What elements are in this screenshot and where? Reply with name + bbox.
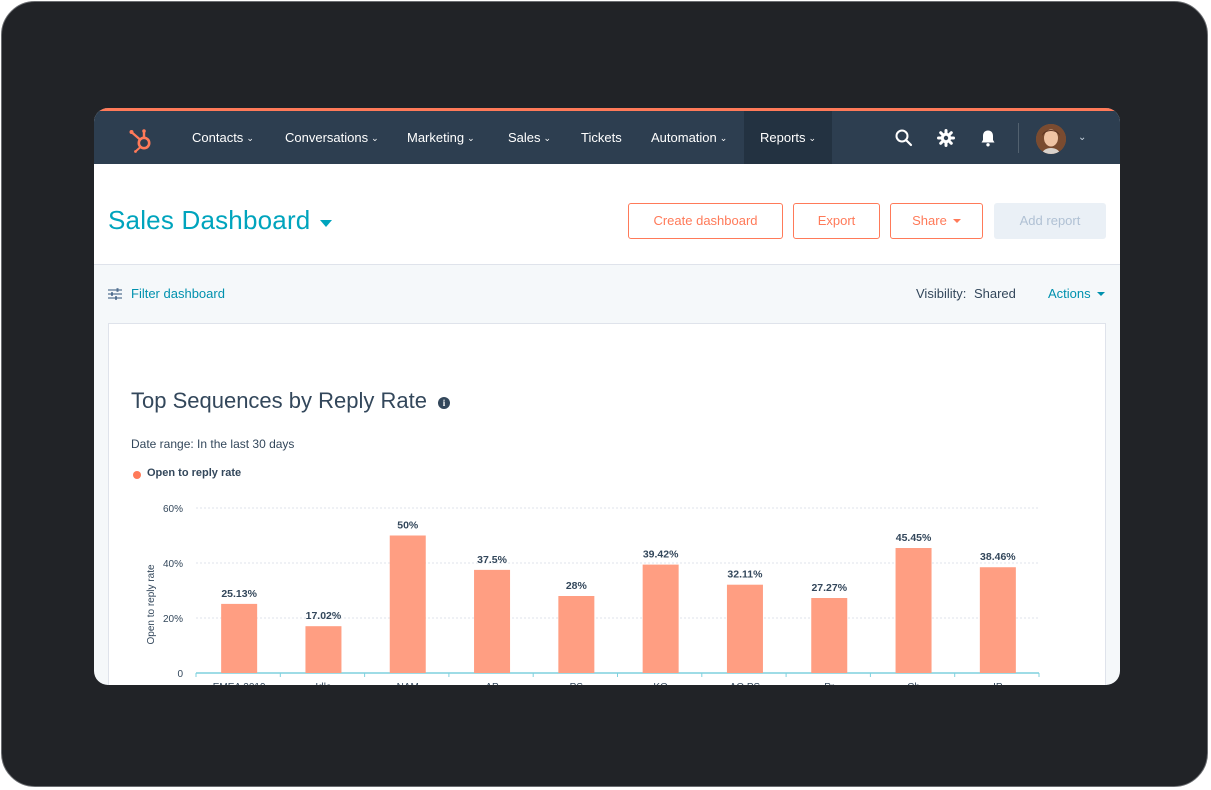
scroll-gutter: [1107, 323, 1120, 633]
visibility-value: Shared: [973, 286, 1016, 301]
export-button[interactable]: Export: [793, 203, 880, 239]
avatar-image: [1036, 124, 1066, 154]
app-screen: Contacts ⌄ Conversations ⌄ Marketing ⌄ Sale…: [94, 108, 1120, 685]
nav-conversations-label: Conversations: [285, 130, 369, 145]
data-label: 50%: [397, 520, 419, 532]
toolbar-divider: [1018, 123, 1019, 153]
x-tick-label: NAM: [397, 682, 419, 685]
chevron-down-icon: ⌄: [246, 133, 254, 143]
bar[interactable]: [221, 603, 258, 673]
nav-conversations[interactable]: Conversations ⌄: [285, 111, 379, 164]
nav-sales-label: Sales: [508, 130, 541, 145]
x-tick-label: AP: [485, 682, 499, 685]
nav-reports[interactable]: Reports ⌄: [744, 111, 833, 164]
x-tick-label: EMEA 2019: [213, 682, 266, 685]
nav-tickets[interactable]: Tickets: [581, 111, 622, 164]
bar[interactable]: [895, 548, 932, 673]
chevron-down-icon: ⌄: [467, 133, 475, 143]
create-dashboard-button[interactable]: Create dashboard: [628, 203, 783, 239]
x-tick-label: Idle: [315, 682, 332, 685]
data-label: 25.13%: [221, 588, 257, 600]
y-tick-label: 60%: [163, 504, 183, 515]
x-tick-label: KO: [653, 682, 668, 685]
nav-tickets-label: Tickets: [581, 130, 622, 145]
x-tick-label: Pr: [824, 682, 835, 685]
bar[interactable]: [726, 584, 763, 673]
gear-icon[interactable]: [936, 128, 956, 148]
caret-down-icon: [952, 219, 961, 223]
caret-down-icon[interactable]: [320, 220, 332, 227]
data-label: 28%: [566, 580, 588, 592]
data-label: 27.27%: [811, 582, 847, 594]
bar-chart: 0 20% 40% 60% Open to reply rate 25.13% EMEA 2…: [146, 504, 1040, 685]
search-icon[interactable]: [894, 128, 914, 148]
page-title[interactable]: Sales Dashboard: [108, 205, 310, 236]
avatar[interactable]: [1036, 124, 1066, 154]
x-tick-label: PS: [570, 682, 584, 685]
hubspot-logo-icon[interactable]: [128, 127, 154, 153]
chevron-down-icon[interactable]: ⌄: [1078, 132, 1086, 143]
nav-sales[interactable]: Sales ⌄: [508, 111, 551, 164]
bar[interactable]: [642, 564, 679, 673]
y-axis-label: Open to reply rate: [146, 564, 157, 644]
data-label: 17.02%: [306, 610, 342, 622]
caret-down-icon: [1096, 292, 1105, 296]
chevron-down-icon: ⌄: [543, 133, 552, 143]
x-tick-label: Ch: [907, 682, 920, 685]
x-tick-label: AQ PS: [730, 682, 761, 685]
share-button-label: Share: [912, 213, 947, 228]
y-tick-label: 0: [177, 669, 183, 680]
nav-marketing[interactable]: Marketing ⌄: [407, 111, 475, 164]
share-button[interactable]: Share: [890, 203, 983, 239]
device-frame: Contacts ⌄ Conversations ⌄ Marketing ⌄ Sale…: [1, 1, 1208, 787]
filter-sliders-icon[interactable]: [108, 288, 122, 300]
bar[interactable]: [389, 535, 426, 674]
nav-reports-label: Reports: [760, 130, 806, 145]
visibility-label: Visibility:: [916, 286, 967, 301]
bar[interactable]: [811, 598, 848, 673]
add-report-button[interactable]: Add report: [994, 203, 1106, 239]
nav-automation[interactable]: Automation ⌄: [651, 111, 727, 164]
chevron-down-icon: ⌄: [371, 133, 379, 143]
visibility-indicator: Visibility: Shared: [916, 286, 1016, 301]
bar[interactable]: [558, 596, 595, 673]
data-label: 45.45%: [896, 532, 932, 544]
chevron-down-icon: ⌄: [719, 133, 728, 143]
nav-contacts-label: Contacts: [192, 130, 244, 145]
y-tick-label: 20%: [163, 614, 183, 625]
actions-label: Actions: [1048, 286, 1091, 301]
x-tick-label: IP: [993, 682, 1003, 685]
data-label: 37.5%: [477, 554, 507, 566]
filter-bar: Filter dashboard Visibility: Shared Acti…: [94, 265, 1120, 323]
nav-contacts[interactable]: Contacts ⌄: [192, 111, 254, 164]
data-label: 39.42%: [643, 549, 679, 561]
bar[interactable]: [474, 569, 511, 673]
bell-icon[interactable]: [978, 128, 998, 148]
dashboard-header: Sales Dashboard Create dashboard Export …: [94, 164, 1120, 265]
report-card: Top Sequences by Reply Rate i Date range…: [108, 323, 1106, 685]
y-tick-label: 40%: [163, 559, 183, 570]
data-label: 32.11%: [727, 569, 763, 581]
data-label: 38.46%: [980, 551, 1016, 563]
top-navigation-bar: Contacts ⌄ Conversations ⌄ Marketing ⌄ Sale…: [94, 108, 1120, 164]
bar[interactable]: [979, 567, 1016, 673]
actions-dropdown[interactable]: Actions: [1048, 286, 1105, 301]
nav-marketing-label: Marketing: [407, 130, 465, 145]
filter-dashboard-link[interactable]: Filter dashboard: [131, 286, 225, 301]
nav-automation-label: Automation: [651, 130, 717, 145]
bar[interactable]: [305, 626, 342, 673]
chevron-down-icon: ⌄: [808, 133, 817, 143]
